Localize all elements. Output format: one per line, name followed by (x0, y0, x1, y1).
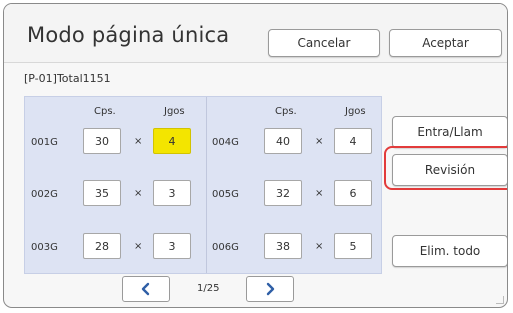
sets-cell[interactable]: 5 (334, 233, 372, 259)
prev-page-button[interactable] (122, 276, 170, 302)
times-sign: × (315, 188, 324, 199)
times-sign: × (315, 136, 324, 147)
next-page-button[interactable] (246, 276, 294, 302)
col-header-jgos-left: Jgos (164, 106, 185, 117)
chevron-left-icon (141, 282, 150, 296)
copies-cell[interactable]: 28 (83, 233, 121, 259)
row-label: 002G (31, 189, 58, 200)
page-title: Modo página única (27, 23, 230, 47)
col-header-jgos-right: Jgos (345, 106, 366, 117)
accept-button[interactable]: Aceptar (389, 29, 502, 57)
dialog-header: Modo página única Cancelar Aceptar (4, 4, 507, 63)
cancel-button[interactable]: Cancelar (268, 29, 380, 57)
times-sign: × (134, 136, 143, 147)
entra-llam-button[interactable]: Entra/Llam (392, 116, 507, 148)
col-header-cps-right: Cps. (275, 106, 297, 117)
copies-cell[interactable]: 35 (83, 180, 121, 206)
copies-cell[interactable]: 30 (83, 128, 121, 154)
sets-cell[interactable]: 6 (334, 180, 372, 206)
highlight-frame (384, 146, 507, 190)
copies-cell[interactable]: 40 (264, 128, 302, 154)
program-summary: [P-01]Total1151 (24, 72, 111, 85)
times-sign: × (315, 241, 324, 252)
resize-corner (496, 296, 504, 304)
copies-cell[interactable]: 32 (264, 180, 302, 206)
row-label: 001G (31, 137, 58, 148)
sets-cell[interactable]: 4 (334, 128, 372, 154)
sets-cell[interactable]: 3 (153, 180, 191, 206)
col-header-cps-left: Cps. (94, 106, 116, 117)
page-indicator: 1/25 (197, 283, 220, 294)
row-label: 004G (212, 137, 239, 148)
copies-cell[interactable]: 38 (264, 233, 302, 259)
row-label: 006G (212, 242, 239, 253)
delete-all-button[interactable]: Elim. todo (392, 235, 507, 267)
dialog-frame: Modo página única Cancelar Aceptar [P-01… (3, 3, 508, 308)
times-sign: × (134, 188, 143, 199)
sets-cell-selected[interactable]: 4 (153, 128, 191, 154)
chevron-right-icon (266, 282, 275, 296)
row-label: 003G (31, 242, 58, 253)
copies-sets-grid: Cps. Jgos Cps. Jgos 001G 30 × 4 002G 35 … (24, 96, 382, 274)
times-sign: × (134, 241, 143, 252)
sets-cell[interactable]: 3 (153, 233, 191, 259)
row-label: 005G (212, 189, 239, 200)
grid-divider (206, 97, 207, 273)
